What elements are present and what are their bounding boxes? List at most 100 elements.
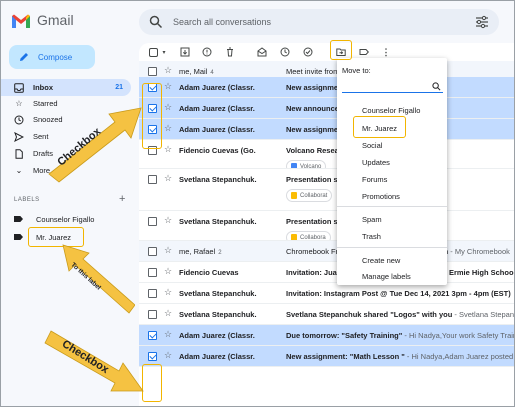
email-sender: Svetlana Stepanchuk. — [179, 175, 284, 184]
more-options-icon[interactable]: ⋮ — [380, 46, 392, 58]
email-subject: New assignme — [286, 83, 339, 92]
highlight-mr-juarez-option — [353, 116, 406, 138]
star-icon[interactable]: ☆ — [164, 144, 172, 155]
search-options-icon[interactable] — [475, 15, 489, 29]
row-checkbox[interactable] — [148, 310, 157, 319]
mark-read-icon[interactable] — [256, 46, 268, 58]
select-dropdown-icon[interactable]: ▾ — [158, 46, 170, 58]
report-spam-icon[interactable] — [201, 46, 213, 58]
email-snippet: Hi Nadya,Adam Juarez posted a — [411, 352, 515, 361]
toolbar: ▾ ⋮ — [139, 43, 514, 61]
move-to-menu: Move to: Counselor Figallo Mr. Juarez So… — [337, 58, 447, 285]
star-icon[interactable]: ☆ — [164, 266, 172, 277]
gmail-window: Gmail Search all conversations Compose I… — [0, 0, 515, 407]
email-row[interactable]: ☆ Svetlana Stepanchuk. Svetlana Stepanchuk… — [139, 304, 515, 325]
star-icon[interactable]: ☆ — [164, 173, 172, 184]
sender-name: Adam Juarez (Classr. — [179, 125, 255, 134]
star-icon[interactable]: ☆ — [164, 65, 172, 76]
email-subject-line: Invitation: Instagram Post @ Tue Dec 14,… — [286, 289, 511, 298]
email-row[interactable]: ☆ Svetlana Stepanchuk. Invitation: Instagr… — [139, 283, 514, 304]
search-icon[interactable] — [149, 15, 163, 29]
email-row[interactable]: ☆Svetlana Stepanchuk.Presentation s - na… — [139, 211, 514, 241]
email-subject: Due tomorrow: "Safety Training" — [286, 331, 403, 340]
row-checkbox[interactable] — [148, 289, 157, 298]
header: Gmail Search all conversations — [1, 1, 514, 43]
document-icon — [291, 234, 297, 240]
add-to-tasks-icon[interactable] — [302, 46, 314, 58]
snippet-separator: - — [402, 331, 409, 340]
email-row[interactable]: ☆ Adam Juarez (Classr. New assignment: "Ma… — [139, 346, 515, 367]
menu-item-promotions[interactable]: Promotions — [362, 192, 400, 201]
delete-icon[interactable] — [224, 46, 236, 58]
gmail-logo[interactable]: Gmail — [11, 12, 74, 28]
gmail-logo-icon — [12, 14, 30, 28]
sidebar-item-inbox[interactable]: Inbox 21 — [1, 79, 131, 96]
star-icon[interactable]: ☆ — [164, 215, 172, 226]
email-row[interactable]: ☆Adam Juarez (Classr.New announce - Hi N… — [139, 98, 514, 119]
menu-item-counselor-figallo[interactable]: Counselor Figallo — [362, 106, 420, 115]
row-checkbox[interactable] — [148, 268, 157, 277]
menu-item-create-new[interactable]: Create new — [362, 256, 400, 265]
sidebar-label-counselor-figallo[interactable]: Counselor Figallo — [14, 212, 94, 226]
sender-name: me, Mail — [179, 67, 208, 76]
menu-item-spam[interactable]: Spam — [362, 215, 382, 224]
email-snippet: Svetlana Stepanchuk — [458, 310, 515, 319]
clock-icon — [14, 115, 24, 125]
email-row[interactable]: ☆me, Rafael2Chromebook Freezes with Scre… — [139, 241, 514, 262]
attachment-name: Collaborat — [300, 192, 328, 199]
star-icon[interactable]: ☆ — [164, 287, 172, 298]
email-row[interactable]: ☆Adam Juarez (Classr.New assignme - a, A… — [139, 77, 514, 98]
send-icon — [14, 131, 24, 142]
attachment-chip[interactable]: Collabora — [286, 231, 331, 240]
attachment-chip[interactable]: Collaborat — [286, 189, 333, 202]
draft-icon — [14, 148, 24, 159]
row-checkbox[interactable] — [148, 67, 157, 76]
sender-name: Adam Juarez (Classr. — [179, 352, 255, 361]
app-name: Gmail — [37, 12, 74, 28]
search-icon — [432, 82, 441, 91]
sender-name: Fidencio Cuevas (Go. — [179, 146, 256, 155]
document-icon — [291, 192, 297, 199]
email-row[interactable]: ☆Fidencio CuevasInvitation: Juarez High … — [139, 262, 514, 283]
email-row[interactable]: ☆ Adam Juarez (Classr. Due tomorrow: "Safe… — [139, 325, 514, 346]
label-icon — [14, 216, 23, 222]
archive-icon[interactable] — [179, 46, 191, 58]
menu-title: Move to: — [342, 66, 371, 75]
star-icon[interactable]: ☆ — [164, 245, 172, 256]
star-icon[interactable]: ☆ — [164, 308, 172, 319]
star-icon[interactable]: ☆ — [164, 329, 172, 340]
highlight-move-to-button — [330, 40, 352, 60]
menu-divider — [337, 206, 447, 207]
email-sender: Fidencio Cuevas (Go. — [179, 146, 284, 155]
email-sender: me, Mail 4 — [179, 67, 284, 76]
email-row[interactable]: ☆Svetlana Stepanchuk.Presentation s - na… — [139, 169, 514, 211]
sender-name: Adam Juarez (Classr. — [179, 104, 255, 113]
compose-button[interactable]: Compose — [9, 45, 95, 69]
star-icon[interactable]: ☆ — [164, 350, 172, 361]
email-sender: Adam Juarez (Classr. — [179, 125, 284, 134]
snooze-icon[interactable] — [279, 46, 291, 58]
email-sender: Svetlana Stepanchuk. — [179, 289, 284, 298]
label-icon — [14, 234, 23, 240]
email-subject: New assignment: "Math Lesson " — [286, 352, 405, 361]
email-row[interactable]: ☆Fidencio Cuevas (Go.Volcano Resea - ez.… — [139, 140, 514, 169]
row-checkbox[interactable] — [148, 247, 157, 256]
menu-item-updates[interactable]: Updates — [362, 158, 390, 167]
menu-item-manage-labels[interactable]: Manage labels — [362, 272, 411, 281]
email-subject: Presentation s — [286, 175, 338, 184]
attachment-chip[interactable]: Volcano — [286, 160, 327, 168]
email-sender: Fidencio Cuevas — [179, 268, 284, 277]
star-icon[interactable]: ☆ — [164, 81, 172, 92]
inbox-icon — [14, 82, 24, 93]
star-icon[interactable]: ☆ — [164, 102, 172, 113]
row-checkbox[interactable] — [148, 217, 157, 226]
menu-item-social[interactable]: Social — [362, 141, 382, 150]
labels-icon[interactable] — [358, 46, 370, 58]
email-row[interactable]: ☆Adam Juarez (Classr.New assignme - a, A… — [139, 119, 514, 140]
search-bar[interactable]: Search all conversations — [139, 9, 499, 35]
star-icon[interactable]: ☆ — [164, 123, 172, 134]
email-subject: New announce — [286, 104, 339, 113]
menu-item-trash[interactable]: Trash — [362, 232, 381, 241]
menu-item-forums[interactable]: Forums — [362, 175, 387, 184]
menu-search-field[interactable] — [342, 81, 443, 93]
